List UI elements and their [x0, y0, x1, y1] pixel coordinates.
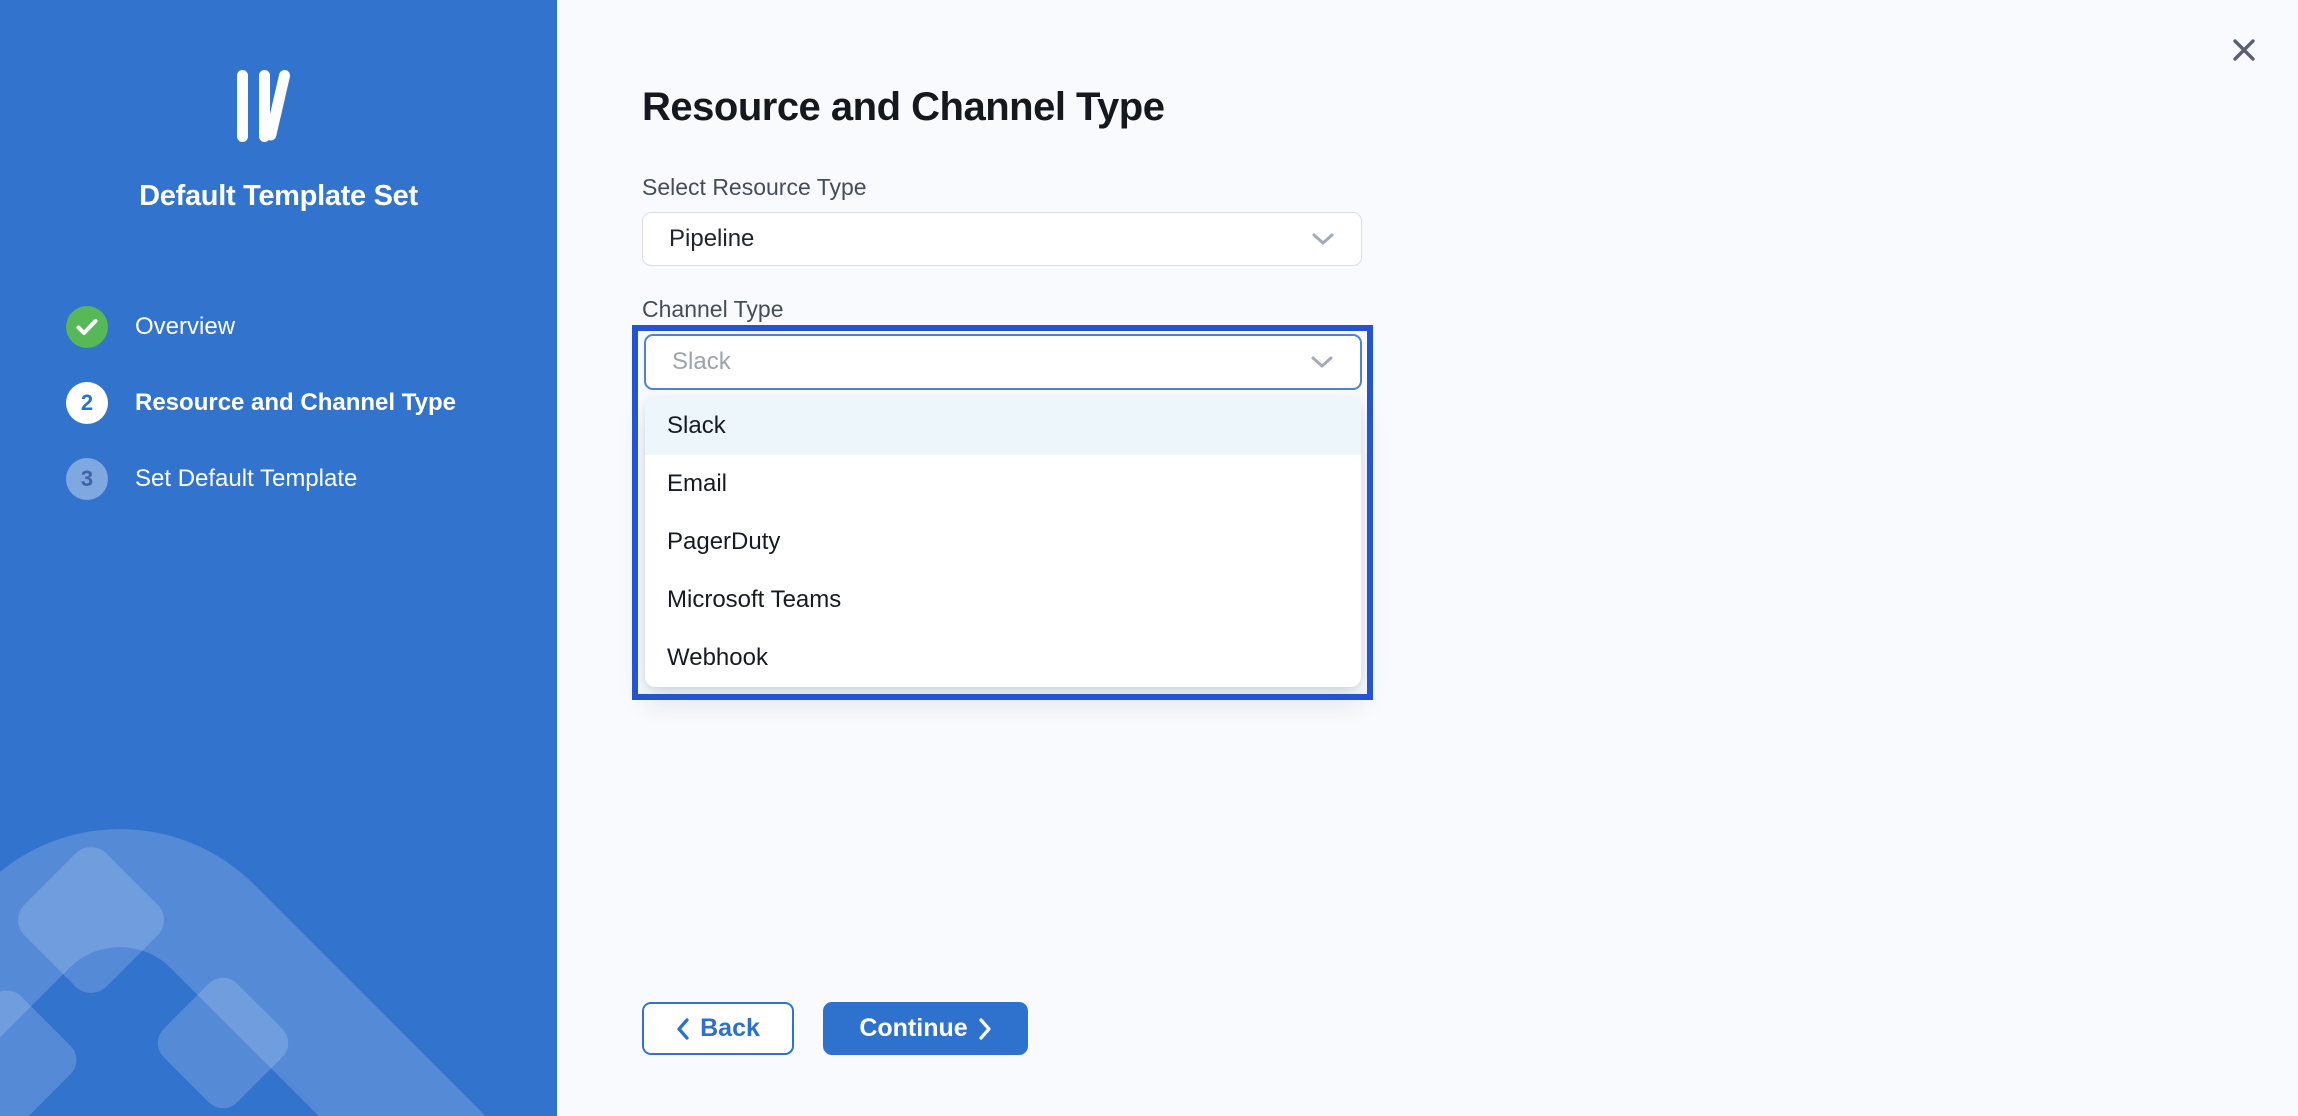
option-webhook[interactable]: Webhook	[645, 629, 1361, 687]
wizard-title: Default Template Set	[0, 180, 557, 213]
chevron-left-icon	[676, 1018, 689, 1040]
step-number-badge: 3	[66, 458, 108, 500]
step-resource-and-channel-type[interactable]: 2 Resource and Channel Type	[66, 382, 536, 424]
channel-type-label: Channel Type	[642, 296, 784, 323]
wizard-modal: Default Template Set Overview 2 Resource…	[0, 0, 2298, 1116]
option-pagerduty[interactable]: PagerDuty	[645, 513, 1361, 571]
back-button-label: Back	[700, 1014, 760, 1043]
close-button[interactable]	[2224, 30, 2264, 70]
chevron-down-icon	[1310, 355, 1334, 369]
step-number-badge: 2	[66, 382, 108, 424]
chevron-down-icon	[1311, 232, 1335, 246]
back-button[interactable]: Back	[642, 1002, 794, 1055]
resource-type-value: Pipeline	[669, 225, 1311, 253]
check-icon	[66, 306, 108, 348]
channel-type-select[interactable]: Slack	[644, 334, 1362, 390]
resource-type-label: Select Resource Type	[642, 174, 867, 201]
channel-type-placeholder: Slack	[672, 348, 1310, 376]
step-label: Set Default Template	[135, 465, 357, 493]
option-microsoft-teams[interactable]: Microsoft Teams	[645, 571, 1361, 629]
continue-button[interactable]: Continue	[823, 1002, 1028, 1055]
continue-button-label: Continue	[859, 1014, 967, 1043]
close-icon	[2230, 36, 2258, 64]
step-list: Overview 2 Resource and Channel Type 3 S…	[66, 306, 536, 534]
option-slack[interactable]: Slack	[645, 397, 1361, 455]
chevron-right-icon	[979, 1018, 992, 1040]
resource-type-select[interactable]: Pipeline	[642, 212, 1362, 266]
step-label: Resource and Channel Type	[135, 389, 456, 417]
option-email[interactable]: Email	[645, 455, 1361, 513]
step-label: Overview	[135, 313, 235, 341]
bookshelf-logo-icon	[237, 70, 333, 150]
wizard-sidebar: Default Template Set Overview 2 Resource…	[0, 0, 557, 1116]
step-overview[interactable]: Overview	[66, 306, 536, 348]
step-set-default-template[interactable]: 3 Set Default Template	[66, 458, 536, 500]
channel-type-listbox: Slack Email PagerDuty Microsoft Teams We…	[645, 397, 1361, 687]
page-title: Resource and Channel Type	[642, 85, 1164, 130]
